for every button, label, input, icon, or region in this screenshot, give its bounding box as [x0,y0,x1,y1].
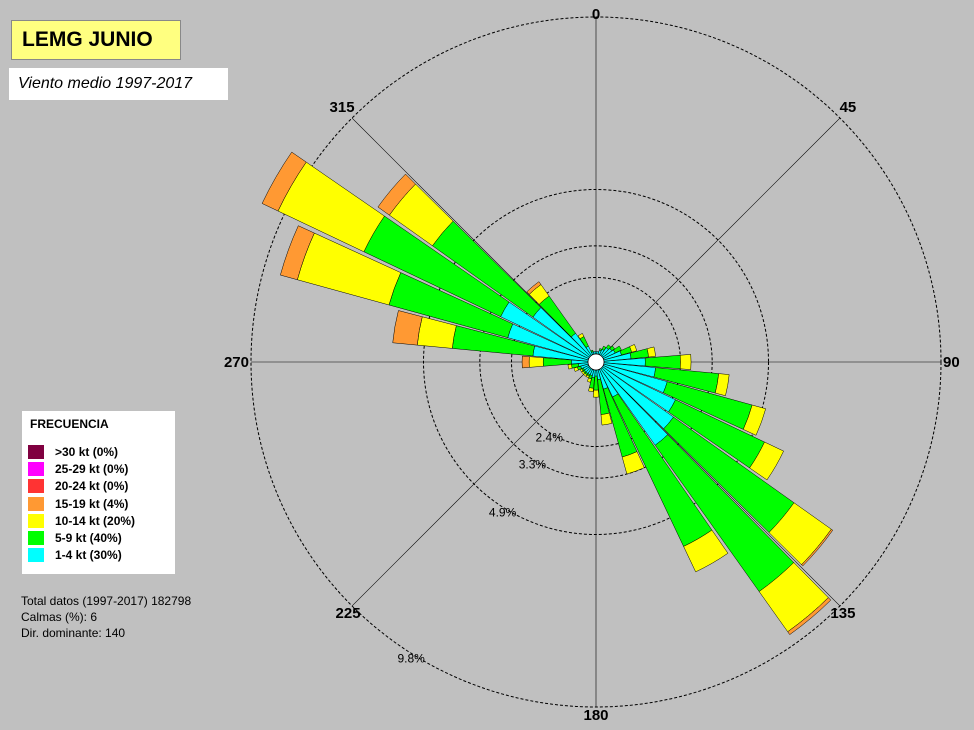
legend-item: >30 kt (0%) [28,443,175,460]
legend-label: >30 kt (0%) [55,444,119,459]
legend-swatch [28,531,44,546]
petal-segment [592,389,600,398]
compass-label: 270 [224,354,249,371]
petal-segment [646,346,656,358]
legend-swatch [28,479,44,494]
wind-petals [261,151,834,635]
compass-label: 225 [336,605,361,622]
legend-label: 1-4 kt (30%) [55,548,122,563]
chart-subtitle: Viento medio 1997-2017 [9,68,228,100]
ring-label: 2.4% [536,431,564,445]
compass-label: 135 [830,605,855,622]
legend-swatch [28,513,44,528]
legend: FRECUENCIA >30 kt (0%) 25-29 kt (0%) 20-… [22,411,175,574]
petal-segment [521,355,530,369]
compass-label: 90 [943,354,960,371]
stats-block: Total datos (1997-2017) 182798 Calmas (%… [21,593,191,641]
petal-segment [567,364,573,370]
compass-label: 0 [592,6,600,23]
legend-swatch [28,444,44,459]
ring-label: 4.9% [489,505,517,519]
legend-label: 25-29 kt (0%) [55,461,129,476]
legend-item: 20-24 kt (0%) [28,478,175,495]
petal-segment [644,354,681,370]
petal-segment [392,310,423,346]
legend-label: 10-14 kt (20%) [55,513,136,528]
legend-swatch [28,548,44,563]
legend-item: 5-9 kt (40%) [28,529,175,546]
legend-item: 15-19 kt (4%) [28,495,175,512]
legend-item: 10-14 kt (20%) [28,512,175,529]
chart-title: LEMG JUNIO [11,20,181,60]
compass-label: 315 [330,99,355,116]
calm-circle [587,353,605,371]
ring-label: 3.3% [519,458,547,472]
legend-swatch [28,496,44,511]
legend-item: 1-4 kt (30%) [28,547,175,564]
petal-segment [679,354,692,370]
stats-dominant: Dir. dominante: 140 [21,626,126,640]
legend-item: 25-29 kt (0%) [28,460,175,477]
legend-label: 20-24 kt (0%) [55,479,129,494]
ring-label: 9.8% [397,652,425,666]
compass-label: 45 [840,99,857,116]
stats-total: Total datos (1997-2017) 182798 [21,594,192,608]
petal-segment [528,356,544,368]
legend-swatch [28,461,44,476]
legend-label: 15-19 kt (4%) [55,496,129,511]
petal-segment [588,387,594,393]
petal-segment [586,377,592,383]
petal-segment [590,349,594,353]
stats-calms: Calmas (%): 6 [21,610,98,624]
legend-title: FRECUENCIA [30,417,109,431]
compass-label: 180 [583,707,608,724]
legend-label: 5-9 kt (40%) [55,531,122,546]
